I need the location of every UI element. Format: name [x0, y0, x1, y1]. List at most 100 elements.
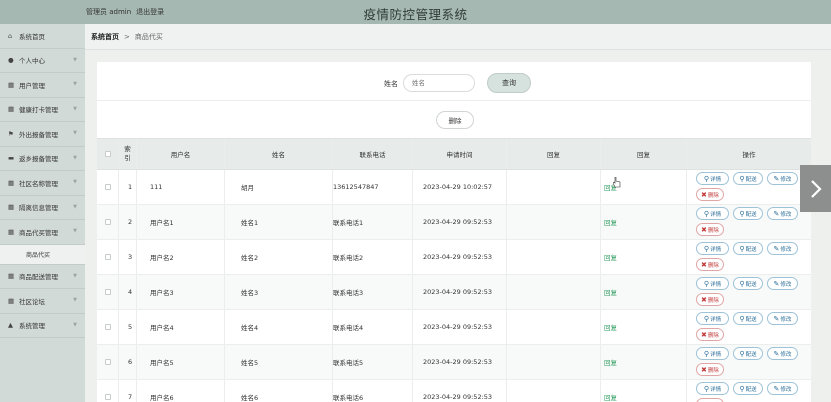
user-icon: ●: [8, 56, 14, 65]
edit-label: 修改: [780, 386, 792, 393]
detail-button[interactable]: ⚲ 详情: [696, 172, 729, 185]
deliver-button[interactable]: ⚲ 配送: [733, 172, 763, 185]
cell-apply-time: 2023-04-29 09:52:53: [413, 240, 507, 274]
reply-link[interactable]: 回复: [604, 287, 617, 297]
pencil-icon: ✎: [773, 349, 780, 358]
edit-button[interactable]: ✎ 修改: [767, 347, 798, 360]
row-checkbox[interactable]: [104, 184, 111, 190]
sidebar-item-10[interactable]: ▦ 商品配送管理 ▼: [0, 265, 85, 289]
deliver-button[interactable]: ⚲ 配送: [733, 382, 763, 395]
deliver-button[interactable]: ⚲ 配送: [733, 207, 763, 220]
deliver-button[interactable]: ⚲ 配送: [733, 277, 763, 290]
edit-label: 修改: [780, 211, 792, 218]
row-select-cell[interactable]: [97, 380, 119, 402]
cell-name: 胡月: [225, 170, 333, 204]
edit-button[interactable]: ✎ 修改: [767, 277, 798, 290]
cell-apply-time: 2023-04-29 09:52:53: [413, 275, 507, 309]
detail-label: 详情: [710, 211, 722, 218]
sidebar-item-9[interactable]: ▦ 商品代买管理 ▼: [0, 220, 85, 245]
row-select-cell[interactable]: [97, 170, 119, 204]
sidebar-item-11[interactable]: ▦ 社区论坛 ▼: [0, 289, 85, 314]
sidebar-item-5[interactable]: ⚑ 外出报备管理 ▼: [0, 122, 85, 147]
reply-link[interactable]: 回复: [604, 217, 617, 227]
delete-button[interactable]: ✖删除: [696, 188, 724, 201]
deliver-button[interactable]: ⚲ 配送: [733, 347, 763, 360]
deliver-label: 配送: [745, 211, 757, 218]
edit-button[interactable]: ✎ 修改: [767, 207, 798, 220]
pencil-icon: ✎: [773, 314, 780, 323]
detail-button[interactable]: ⚲ 详情: [696, 277, 729, 290]
next-arrow-button[interactable]: [800, 165, 831, 212]
edit-button[interactable]: ✎ 修改: [767, 242, 798, 255]
row-select-cell[interactable]: [97, 240, 119, 274]
reply-link[interactable]: 回复: [604, 392, 617, 402]
sidebar-item-6[interactable]: ▬ 返乡报备管理 ▼: [0, 147, 85, 171]
grid-icon: ▦: [8, 203, 15, 212]
row-select-cell[interactable]: [97, 345, 119, 379]
bulk-delete-button[interactable]: 删除: [436, 111, 474, 129]
select-all-checkbox[interactable]: [104, 151, 111, 157]
query-button[interactable]: 查询: [487, 73, 531, 93]
cell-actions: ⚲详情 ⚲配送 ✎修改 ✖删除: [687, 345, 811, 379]
sidebar-subitem-goods-purchase[interactable]: 商品代买: [0, 244, 85, 265]
delete-button[interactable]: ✖删除: [696, 398, 724, 402]
row-checkbox[interactable]: [104, 254, 111, 260]
reply-link[interactable]: 回复: [604, 357, 617, 367]
search-icon: ⚲: [703, 279, 710, 288]
delete-button[interactable]: ✖删除: [696, 258, 724, 271]
row-checkbox[interactable]: [104, 289, 111, 295]
sidebar-item-7[interactable]: ▦ 社区名称管理 ▼: [0, 171, 85, 196]
sidebar-item-2[interactable]: ● 个人中心 ▼: [0, 49, 85, 73]
cell-reply-action: 回复: [601, 205, 687, 239]
edit-button[interactable]: ✎ 修改: [767, 382, 798, 395]
edit-button[interactable]: ✎ 修改: [767, 172, 798, 185]
row-checkbox[interactable]: [104, 359, 111, 365]
grid-icon: ▦: [8, 272, 15, 281]
row-checkbox[interactable]: [104, 324, 111, 330]
row-select-cell[interactable]: [97, 205, 119, 239]
chat-icon: ▬: [8, 154, 15, 163]
delete-button[interactable]: ✖删除: [696, 328, 724, 341]
chevron-down-icon: ▼: [73, 203, 77, 210]
reply-link[interactable]: 回复: [604, 322, 617, 332]
breadcrumb-home[interactable]: 系统首页: [91, 32, 119, 42]
header-reply-action: 回复: [601, 139, 687, 169]
edit-label: 修改: [780, 281, 792, 288]
row-select-cell[interactable]: [97, 310, 119, 344]
deliver-label: 配送: [745, 246, 757, 253]
row-checkbox[interactable]: [104, 219, 111, 225]
cell-reply-action: 回复: [601, 275, 687, 309]
grid-icon: ▦: [8, 105, 15, 114]
row-checkbox[interactable]: [104, 394, 111, 400]
search-name-input[interactable]: [403, 74, 475, 92]
cell-reply: [507, 310, 601, 344]
select-all-cell[interactable]: [97, 139, 119, 169]
sidebar-item-8[interactable]: ▦ 隔离信息管理 ▼: [0, 196, 85, 220]
sidebar-item-1[interactable]: ⌂ 系统首页: [0, 24, 85, 49]
sidebar-item-3[interactable]: ▦ 用户管理 ▼: [0, 73, 85, 98]
sidebar-item-4[interactable]: ▦ 健康打卡管理 ▼: [0, 98, 85, 122]
delete-button[interactable]: ✖删除: [696, 223, 724, 236]
reply-link[interactable]: 回复: [604, 252, 617, 262]
cell-index: 3: [119, 240, 137, 274]
row-select-cell[interactable]: [97, 275, 119, 309]
table-row: 1 111 胡月 13612547847 2023-04-29 10:02:57 回复 ⚲ 详…: [97, 170, 811, 205]
close-icon: ✖: [701, 365, 707, 374]
pencil-icon: ✎: [773, 174, 780, 183]
detail-button[interactable]: ⚲ 详情: [696, 312, 729, 325]
deliver-button[interactable]: ⚲ 配送: [733, 242, 763, 255]
detail-button[interactable]: ⚲ 详情: [696, 347, 729, 360]
detail-button[interactable]: ⚲ 详情: [696, 207, 729, 220]
delete-button[interactable]: ✖删除: [696, 293, 724, 306]
sidebar-item-12[interactable]: ▲ 系统管理 ▼: [0, 314, 85, 338]
edit-button[interactable]: ✎ 修改: [767, 312, 798, 325]
detail-button[interactable]: ⚲ 详情: [696, 242, 729, 255]
edit-label: 修改: [780, 351, 792, 358]
table-row: 2 用户名1 姓名1 联系电话1 2023-04-29 09:52:53 回复 ⚲ 详情 ⚲ 配送…: [97, 205, 811, 240]
deliver-button[interactable]: ⚲ 配送: [733, 312, 763, 325]
sidebar-item-label: 返乡报备管理: [19, 155, 58, 164]
delete-button[interactable]: ✖删除: [696, 363, 724, 376]
search-icon: ⚲: [739, 314, 745, 323]
detail-button[interactable]: ⚲ 详情: [696, 382, 729, 395]
detail-label: 详情: [710, 386, 722, 393]
